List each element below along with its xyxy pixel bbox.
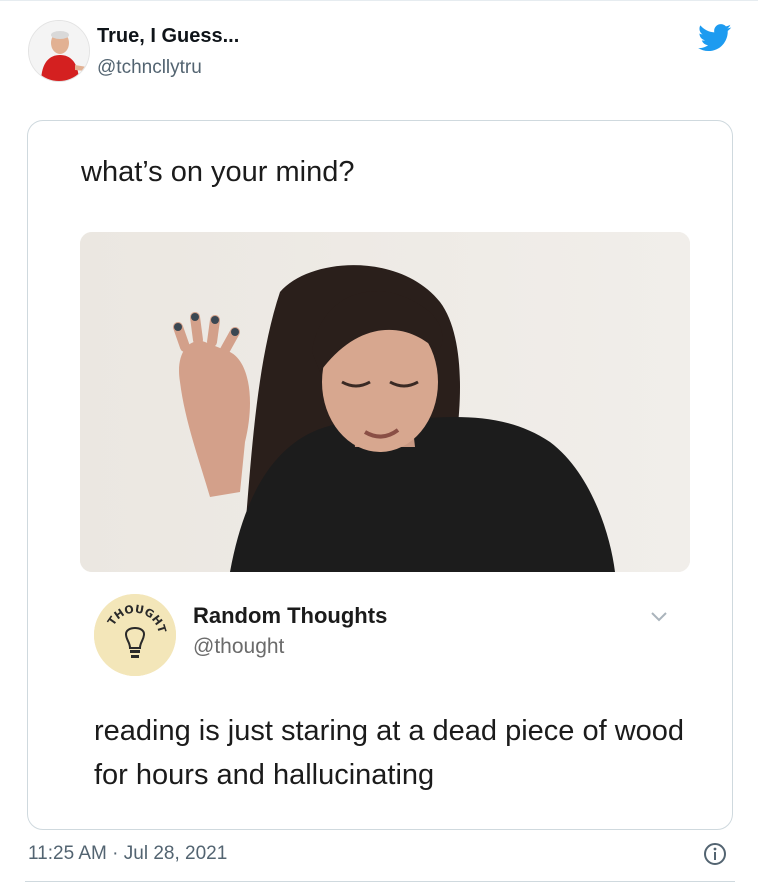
chevron-down-icon (651, 612, 667, 622)
random-thoughts-avatar: THOUGHT (94, 594, 176, 676)
prompt-text: what’s on your mind? (81, 156, 355, 188)
quoted-post-text: reading is just staring at a dead piece … (94, 715, 685, 791)
tweet-timestamp[interactable]: 11:25 AM · Jul 28, 2021 (28, 843, 227, 865)
top-divider (0, 0, 758, 1)
attached-screenshot[interactable]: what’s on your mind? THOUGHT Random Thou… (27, 120, 733, 830)
author-display-name[interactable]: True, I Guess... (97, 25, 239, 48)
crying-girl-photo (80, 232, 690, 572)
twitter-bird-icon[interactable] (698, 24, 732, 52)
author-avatar[interactable] (28, 20, 90, 82)
quoted-author-name: Random Thoughts (193, 603, 388, 628)
info-icon[interactable] (703, 842, 727, 866)
quoted-author-handle: @thought (193, 635, 285, 658)
author-handle[interactable]: @tchncllytru (97, 57, 202, 79)
bottom-divider (25, 881, 735, 882)
